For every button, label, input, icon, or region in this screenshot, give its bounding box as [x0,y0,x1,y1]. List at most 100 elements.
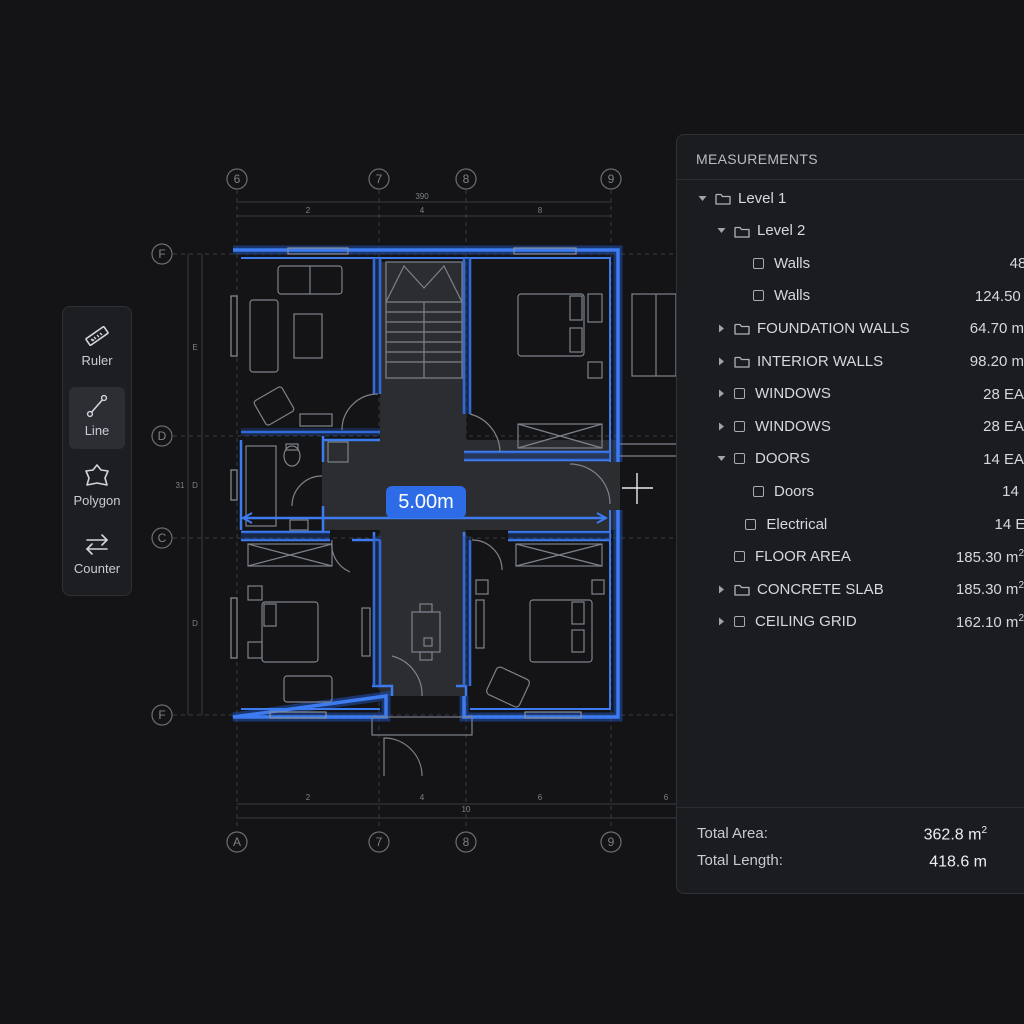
line-icon [82,391,112,421]
folder-icon [715,192,731,205]
total-length-value: 418.6 m [929,853,987,871]
ruler-tool-label: Ruler [81,353,113,368]
grid-label-top: 6 [234,172,241,186]
measurements-panel: MEASUREMENTS Level 1Level 2Walls48 mWall… [676,134,1024,894]
crosshair-cursor-icon [622,473,653,504]
tree-row-label: Walls [774,254,811,272]
grid-label-left: D [158,429,167,443]
polygon-tool-label: Polygon [73,493,121,508]
dimension-text: D [192,481,198,490]
tree-row[interactable]: Level 1 [677,183,1024,213]
line-tool-button[interactable]: Line [69,387,125,449]
caret-down-icon[interactable] [697,193,707,203]
grid-label-top: 9 [608,172,615,186]
tree-row-label: Level 1 [738,189,787,207]
dimension-text: 8 [538,206,543,215]
folder-icon [734,355,750,368]
tree-row-value: 64.70 m [969,320,1024,338]
tree-row-value: 98.20 m [969,353,1024,370]
tree-row-value: 124.50 m2 [974,287,1024,305]
counter-tool-button[interactable]: Counter [69,525,125,587]
counter-icon [82,529,112,559]
dimension-text: 4 [420,793,425,802]
dimension-text: 2 [306,206,311,215]
tree-row-value: 14 EA [983,450,1024,468]
caret-spacer [735,258,745,268]
tree-row[interactable]: Electrical 14 EA [677,509,1024,539]
counter-tool-label: Counter [73,561,121,576]
row-checkbox[interactable] [734,388,745,400]
caret-right-icon[interactable] [716,323,726,333]
grid-label-bottom: 7 [376,835,383,849]
total-length-label: Total Length: [697,852,783,869]
row-checkbox[interactable] [753,485,764,497]
tree-row-value: 185.30 m2 [955,547,1024,566]
dimension-text: 390 [415,192,429,201]
caret-right-icon[interactable] [716,617,726,627]
tree-row[interactable]: CEILING GRID 162.10 m2 [677,607,1024,637]
caret-spacer [735,486,745,496]
dimension-text: 6 [664,793,669,802]
tree-row-label: Doors [774,482,815,500]
grid-label-top: 8 [463,172,470,186]
dimension-text: 6 [538,793,543,802]
tree-row[interactable]: Level 2 [677,216,1024,246]
polygon-icon [82,461,112,491]
caret-right-icon[interactable] [716,584,726,594]
row-checkbox[interactable] [734,616,745,628]
total-length-row: Total Length: 418.6 m [697,852,987,871]
tree-row-value: 162.10 m2 [955,612,1024,631]
grid-label-bottom: 9 [608,835,615,849]
row-checkbox[interactable] [745,518,757,530]
folder-icon [734,583,750,596]
row-checkbox[interactable] [734,420,745,432]
caret-right-icon[interactable] [716,356,726,366]
tree-row[interactable]: WINDOWS 28 EA [677,411,1024,441]
tree-row[interactable]: INTERIOR WALLS 98.20 m [677,346,1024,376]
grid-label-left: F [158,708,165,722]
line-tool-label: Line [84,423,110,438]
tree-row-value: 14 EA [994,516,1024,533]
panel-title: MEASUREMENTS [696,151,818,167]
panel-divider [677,179,1024,180]
caret-down-icon[interactable] [716,226,726,236]
dimension-text: 31 [176,481,185,490]
folder-icon [734,225,750,238]
caret-right-icon[interactable] [716,389,726,399]
total-area-label: Total Area: [697,825,768,842]
polygon-tool-button[interactable]: Polygon [69,457,125,519]
row-checkbox[interactable] [753,290,764,302]
grid-label-left: C [158,531,167,545]
tree-row-value: 48 m [1009,255,1024,273]
tree-row[interactable]: Doors 14 EA [677,476,1024,506]
tree-row[interactable]: DOORS 14 EA [677,444,1024,474]
ruler-tool-button[interactable]: Ruler [69,317,125,379]
ruler-icon [82,321,112,351]
tree-row[interactable]: Walls124.50 m2 [677,281,1024,311]
tree-row-value: 28 EA [983,385,1024,403]
total-area-value: 362.8 m2 [923,825,987,844]
tree-row[interactable]: FLOOR AREA 185.30 m2 [677,542,1024,572]
caret-right-icon[interactable] [716,421,726,431]
tree-row[interactable]: Walls 48 m [677,248,1024,278]
tree-row-value: 28 EA [983,418,1024,436]
footer-divider [677,807,1024,808]
row-checkbox[interactable] [734,551,745,563]
caret-spacer [727,519,737,529]
caret-spacer [716,552,726,562]
tree-row[interactable]: FOUNDATION WALLS 64.70 m [677,313,1024,343]
dimension-text: 2 [306,793,311,802]
dimension-text: D [192,619,198,628]
caret-down-icon[interactable] [716,454,726,464]
row-checkbox[interactable] [734,453,745,465]
tree-row[interactable]: WINDOWS 28 EA [677,379,1024,409]
row-checkbox[interactable] [753,257,764,269]
measurement-toolbar: Ruler Line Polygon Counter [62,306,132,596]
tree-row-label: Electrical [766,515,828,533]
tree-row[interactable]: CONCRETE SLAB 185.30 m2 [677,574,1024,604]
dimension-text: E [192,343,197,352]
grid-label-bottom: 8 [463,835,470,849]
tree-row-value: 14 EA [1002,483,1024,501]
grid-label-left: F [158,247,165,261]
dimension-text: 4 [420,206,425,215]
